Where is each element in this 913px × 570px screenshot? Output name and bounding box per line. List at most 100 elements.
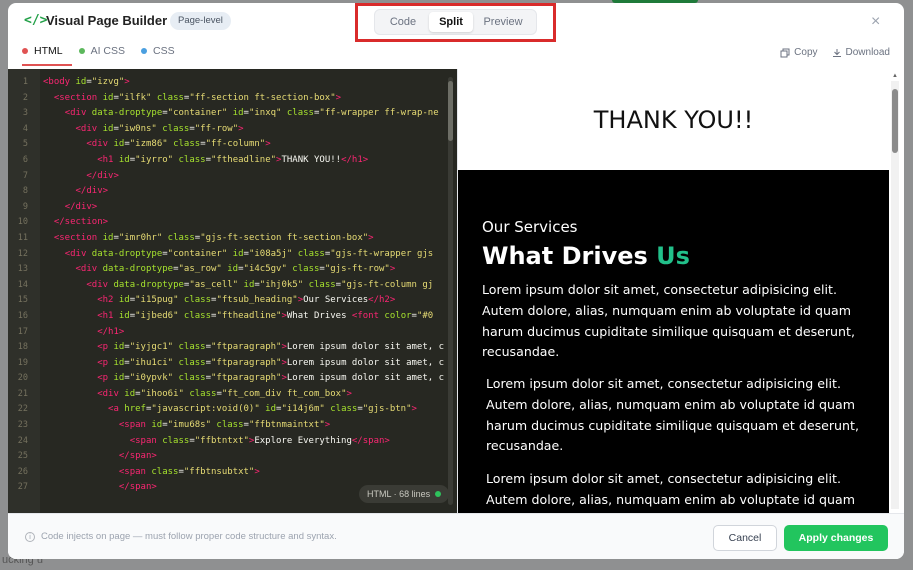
line-number: 27 — [17, 482, 28, 493]
preview-services-section: Our Services What Drives Us Lorem ipsum … — [458, 170, 889, 513]
code-line: 5 <div id="izm86" class="ff-column"> — [8, 137, 448, 153]
preview-paragraph-1: Lorem ipsum dolor sit amet, consectetur … — [482, 282, 855, 360]
code-line: 22 <a href="javascript:void(0)" id="i14j… — [8, 402, 448, 418]
view-mode-switcher: Code Split Preview — [374, 9, 537, 35]
preview-scroll-thumb[interactable] — [892, 89, 898, 153]
footer-note-text: Code injects on page — must follow prope… — [41, 531, 337, 542]
line-code: <a href="javascript:void(0)" id="i14j6m"… — [108, 404, 417, 415]
code-line: 19 <p id="ihu1ci" class="ftparagraph">Lo… — [8, 356, 448, 372]
line-code: <body id="izvg"> — [43, 77, 130, 87]
line-code: </div> — [64, 201, 98, 212]
line-code: <div data-droptype="container" id="i08a5… — [64, 248, 434, 259]
code-line: 21 <div id="ihoo6i" class="ft_com_div ft… — [8, 387, 448, 403]
visual-page-builder-modal: </> Visual Page Builder Page-level Code … — [8, 3, 904, 559]
line-number: 16 — [17, 310, 28, 321]
editor-scrollbar[interactable] — [448, 77, 453, 505]
line-number: 5 — [22, 139, 28, 150]
line-number: 22 — [17, 404, 28, 415]
line-code: <span class="ffbtnsubtxt"> — [118, 466, 260, 477]
view-mode-code[interactable]: Code — [377, 12, 429, 32]
scroll-up-icon[interactable]: ▲ — [891, 73, 899, 81]
line-code: <div data-droptype="as_row" id="i4c5gv" … — [75, 264, 396, 275]
line-number: 2 — [22, 92, 28, 103]
code-line: 24 <span class="ffbtntxt">Explore Everyt… — [8, 434, 448, 450]
line-code: </h1> — [97, 326, 125, 337]
line-code: <div id="izm86" class="ff-column"> — [86, 139, 271, 150]
line-code: <p id="iyjgc1" class="ftparagraph">Lorem… — [97, 342, 445, 353]
code-line: 14 <div data-droptype="as_cell" id="ihj0… — [8, 278, 448, 294]
status-ok-dot-icon — [435, 491, 442, 497]
line-code: <h1 id="iyrro" class="ftheadline">THANK … — [97, 154, 369, 165]
css-dot-icon — [141, 48, 148, 54]
line-code: </div> — [75, 186, 109, 197]
copy-button[interactable]: Copy — [780, 47, 818, 58]
download-icon — [832, 48, 841, 57]
modal-footer: i Code injects on page — must follow pro… — [8, 513, 904, 559]
code-line: 9 </div> — [8, 200, 448, 216]
code-line: 25 </span> — [8, 449, 448, 465]
preview-headline: What Drives Us — [482, 242, 690, 270]
info-icon: i — [25, 531, 35, 542]
line-number: 17 — [17, 326, 28, 337]
line-number: 13 — [17, 264, 28, 275]
modal-title: Visual Page Builder — [46, 13, 168, 28]
code-lines: 1 <body id="izvg"> 2 <section id="ilfk" cl… — [8, 75, 448, 496]
code-line: 13 <div data-droptype="as_row" id="i4c5g… — [8, 262, 448, 278]
line-code: <span class="ffbtntxt">Explore Everythin… — [129, 435, 390, 446]
line-number: 12 — [17, 248, 28, 259]
line-number: 1 — [22, 77, 28, 87]
line-number: 20 — [17, 373, 28, 384]
line-number: 9 — [22, 201, 28, 212]
line-code: <h1 id="ijbed6" class="ftheadline">What … — [97, 310, 434, 321]
code-line: 23 <span id="imu68s" class="ffbtnmaintxt… — [8, 418, 448, 434]
line-code: <p id="i0ypvk" class="ftparagraph">Lorem… — [97, 373, 445, 384]
line-number: 7 — [22, 170, 28, 181]
line-code: <div data-droptype="as_cell" id="ihj0k5"… — [86, 279, 434, 290]
footer-note: i Code injects on page — must follow pro… — [25, 531, 337, 542]
editor-scroll-thumb[interactable] — [448, 81, 453, 141]
close-icon[interactable]: × — [871, 13, 880, 31]
apply-changes-button[interactable]: Apply changes — [784, 525, 888, 551]
line-code: </section> — [53, 217, 109, 228]
preview-subheading: Our Services — [482, 218, 578, 236]
line-code: <div data-droptype="container" id="inxq"… — [64, 108, 439, 119]
code-line: 1 <body id="izvg"> — [8, 75, 448, 91]
line-code: <div id="ihoo6i" class="ft_com_div ft_co… — [97, 388, 352, 399]
code-line: 6 <h1 id="iyrro" class="ftheadline">THAN… — [8, 153, 448, 169]
header-actions: Copy Download — [780, 47, 890, 58]
editor-status-pill: HTML · 68 lines — [359, 485, 450, 503]
code-brackets-icon: </> — [24, 13, 48, 28]
tab-html-label: HTML — [34, 45, 63, 57]
view-mode-preview[interactable]: Preview — [473, 12, 533, 32]
preview-headline-main: What Drives — [482, 242, 657, 270]
preview-thank-you-headline: THANK YOU!! — [593, 105, 754, 134]
code-line: 16 <h1 id="ijbed6" class="ftheadline">Wh… — [8, 309, 448, 325]
tab-css[interactable]: CSS — [141, 43, 175, 59]
line-number: 24 — [17, 435, 28, 446]
line-code: <section id="imr0hr" class="gjs-ft-secti… — [53, 232, 374, 243]
code-line: 2 <section id="ilfk" class="ff-section f… — [8, 91, 448, 107]
line-number: 15 — [17, 295, 28, 306]
line-code: <p id="ihu1ci" class="ftparagraph">Lorem… — [97, 357, 445, 368]
preview-scrollbar[interactable]: ▲ — [891, 73, 899, 509]
download-button[interactable]: Download — [832, 47, 890, 58]
tab-ai-css[interactable]: AI CSS — [78, 43, 125, 59]
line-number: 18 — [17, 342, 28, 353]
tab-html[interactable]: HTML — [22, 43, 63, 59]
line-code: <span id="imu68s" class="ffbtnmaintxt"> — [118, 420, 331, 431]
preview-paragraph-3: Lorem ipsum dolor sit amet, consectetur … — [486, 471, 859, 513]
code-editor[interactable]: 1 <body id="izvg"> 2 <section id="ilfk" cl… — [8, 69, 457, 513]
line-code: <section id="ilfk" class="ff-section ft-… — [53, 92, 342, 103]
code-line: 7 </div> — [8, 169, 448, 185]
modal-header: </> Visual Page Builder Page-level Code … — [8, 3, 904, 69]
cancel-button[interactable]: Cancel — [713, 525, 777, 551]
line-code: </div> — [86, 170, 119, 181]
line-code: <h2 id="i15pug" class="ftsub_heading">Ou… — [97, 295, 396, 306]
file-tabs: HTML AI CSS CSS — [22, 43, 175, 59]
tab-css-label: CSS — [153, 45, 175, 57]
line-number: 8 — [22, 186, 28, 197]
line-number: 3 — [22, 108, 28, 119]
line-number: 23 — [17, 420, 28, 431]
code-line: 3 <div data-droptype="container" id="inx… — [8, 106, 448, 122]
view-mode-split[interactable]: Split — [429, 12, 473, 32]
